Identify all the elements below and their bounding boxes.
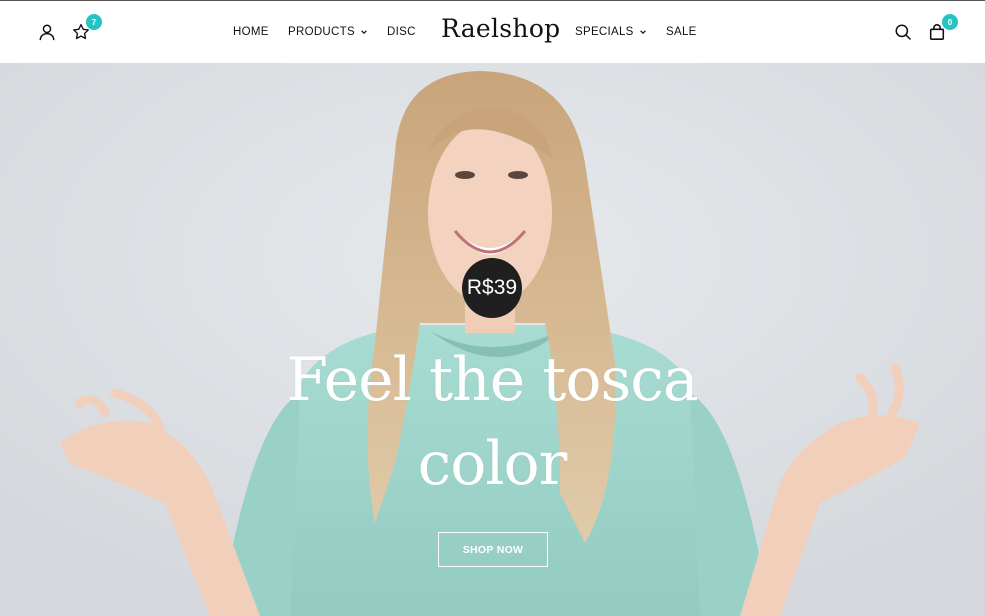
- nav-specials[interactable]: SPECIALS: [575, 26, 647, 38]
- nav-specials-label: SPECIALS: [575, 26, 634, 38]
- site-header: 7 HOME PRODUCTS DISC Raelshop SPECIALS S…: [0, 1, 985, 63]
- cart-button[interactable]: 0: [926, 14, 958, 43]
- chevron-down-icon: [360, 28, 368, 36]
- shop-now-button[interactable]: SHOP NOW: [438, 532, 548, 567]
- hero-headline: Feel the tosca color: [286, 345, 698, 499]
- search-icon: [895, 24, 911, 40]
- nav-home-label: HOME: [233, 26, 269, 38]
- nav-disc[interactable]: DISC: [387, 26, 416, 38]
- nav-home[interactable]: HOME: [233, 26, 269, 38]
- user-icon: [39, 24, 55, 41]
- price-badge: R$39: [462, 258, 522, 318]
- nav-sale-label: SALE: [666, 26, 697, 38]
- account-button[interactable]: [36, 21, 58, 43]
- nav-sale[interactable]: SALE: [666, 26, 697, 38]
- hero-banner: R$39 Feel the tosca color SHOP NOW: [0, 63, 985, 616]
- wishlist-count-badge: 7: [86, 14, 102, 30]
- nav-disc-label: DISC: [387, 26, 416, 38]
- nav-products-label: PRODUCTS: [288, 26, 355, 38]
- search-button[interactable]: [892, 21, 914, 43]
- site-logo[interactable]: Raelshop: [441, 14, 560, 43]
- chevron-down-icon: [639, 28, 647, 36]
- nav-products[interactable]: PRODUCTS: [288, 26, 368, 38]
- cart-count-badge: 0: [942, 14, 958, 30]
- wishlist-button[interactable]: 7: [70, 14, 102, 43]
